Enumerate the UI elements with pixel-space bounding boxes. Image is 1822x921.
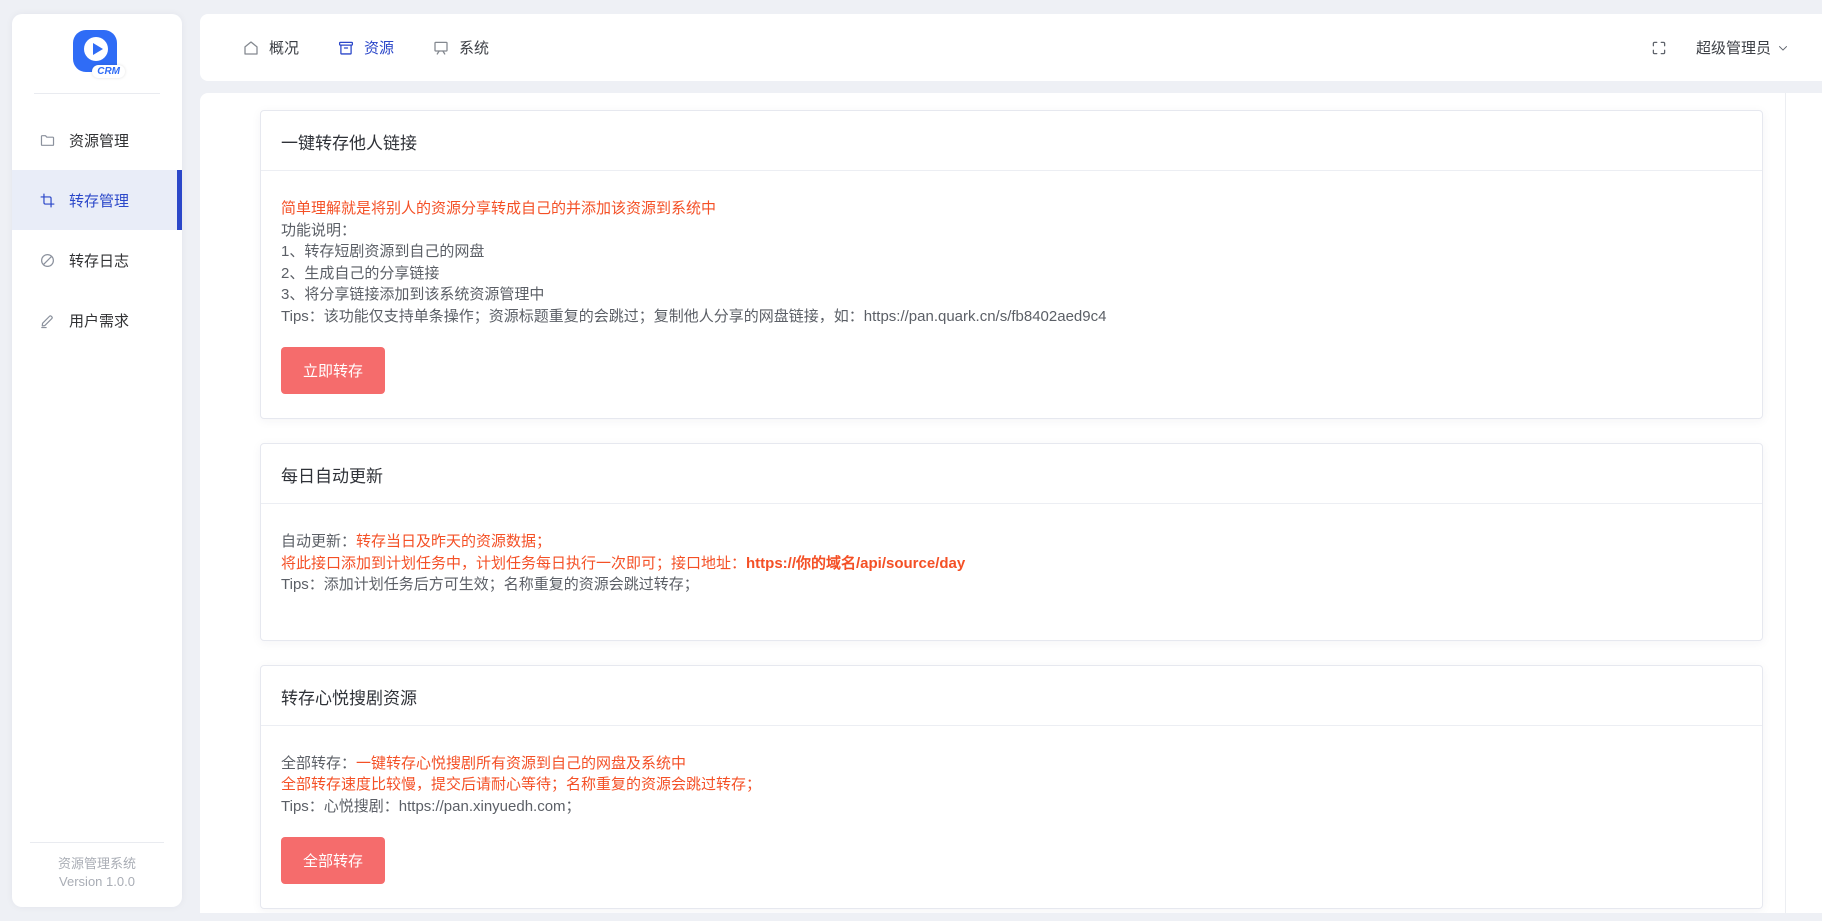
fullscreen-icon[interactable]	[1650, 39, 1668, 57]
text-segment: 自动更新：	[281, 533, 356, 550]
text-line: 功能说明：	[281, 220, 1742, 242]
text-segment: 1、转存短剧资源到自己的网盘	[281, 243, 484, 260]
scrollbar-track	[1785, 93, 1786, 913]
chevron-down-icon	[1776, 41, 1790, 55]
text-segment: 全部转存：	[281, 755, 356, 772]
text-line: 自动更新：转存当日及昨天的资源数据；	[281, 531, 1742, 553]
sidebar-item-label: 资源管理	[69, 130, 129, 151]
sidebar-item-resource-management[interactable]: 资源管理	[12, 110, 182, 170]
text-line: Tips：添加计划任务后方可生效；名称重复的资源会跳过转存；	[281, 574, 1742, 596]
folder-icon	[39, 132, 56, 149]
logo-divider	[34, 93, 160, 94]
text-line: Tips：该功能仅支持单条操作；资源标题重复的会跳过；复制他人分享的网盘链接，如…	[281, 306, 1742, 328]
system-name: 资源管理系统	[12, 855, 182, 873]
sidebar-item-user-requests[interactable]: 用户需求	[12, 290, 182, 350]
tab-system[interactable]: 系统	[432, 37, 489, 58]
monitor-icon	[432, 39, 450, 57]
text-segment: 转存当日及昨天的资源数据；	[356, 533, 551, 550]
user-name: 超级管理员	[1696, 37, 1771, 58]
text-line: 将此接口添加到计划任务中，计划任务每日执行一次即可；接口地址：https://你…	[281, 553, 1742, 575]
card-body: 全部转存：一键转存心悦搜剧所有资源到自己的网盘及系统中全部转存速度比较慢，提交后…	[261, 726, 1762, 909]
text-line: 全部转存：一键转存心悦搜剧所有资源到自己的网盘及系统中	[281, 753, 1742, 775]
text-segment: 3、将分享链接添加到该系统资源管理中	[281, 286, 544, 303]
text-line: Tips：心悦搜剧：https://pan.xinyuedh.com；	[281, 796, 1742, 818]
card-title: 转存心悦搜剧资源	[261, 666, 1762, 726]
card-xinyue-transfer: 转存心悦搜剧资源全部转存：一键转存心悦搜剧所有资源到自己的网盘及系统中全部转存速…	[260, 665, 1763, 910]
box-icon	[337, 39, 355, 57]
sidebar-item-label: 用户需求	[69, 310, 129, 331]
text-segment: 简单理解就是将别人的资源分享转成自己的并添加该资源到系统中	[281, 200, 716, 217]
tab-overview[interactable]: 概况	[242, 37, 299, 58]
sidebar: CRM 资源管理转存管理转存日志用户需求 资源管理系统 Version 1.0.…	[12, 14, 182, 907]
sidebar-item-transfer-log[interactable]: 转存日志	[12, 230, 182, 290]
text-segment: 功能说明：	[281, 222, 356, 239]
main-content: 一键转存他人链接简单理解就是将别人的资源分享转成自己的并添加该资源到系统中功能说…	[200, 93, 1822, 913]
version-label: Version 1.0.0	[12, 873, 182, 891]
tab-label: 概况	[269, 37, 299, 58]
text-line: 简单理解就是将别人的资源分享转成自己的并添加该资源到系统中	[281, 198, 1742, 220]
text-segment: Tips：心悦搜剧：https://pan.xinyuedh.com；	[281, 798, 581, 815]
sidebar-item-label: 转存管理	[69, 190, 129, 211]
sidebar-nav: 资源管理转存管理转存日志用户需求	[12, 110, 182, 350]
text-line: 3、将分享链接添加到该系统资源管理中	[281, 284, 1742, 306]
text-segment: https://你的域名/api/source/day	[746, 555, 965, 572]
text-segment: 全部转存速度比较慢，提交后请耐心等待；名称重复的资源会跳过转存；	[281, 776, 761, 793]
sidebar-item-label: 转存日志	[69, 250, 129, 271]
logo-text: CRM	[92, 65, 125, 78]
text-segment: Tips：添加计划任务后方可生效；名称重复的资源会跳过转存；	[281, 576, 699, 593]
card-daily-auto-update: 每日自动更新自动更新：转存当日及昨天的资源数据；将此接口添加到计划任务中，计划任…	[260, 443, 1763, 641]
topbar-tabs: 概况 资源 系统	[242, 37, 489, 58]
text-segment: 一键转存心悦搜剧所有资源到自己的网盘及系统中	[356, 755, 686, 772]
card-transfer-other-link: 一键转存他人链接简单理解就是将别人的资源分享转成自己的并添加该资源到系统中功能说…	[260, 110, 1763, 419]
sidebar-item-transfer-management[interactable]: 转存管理	[12, 170, 182, 230]
text-line: 全部转存速度比较慢，提交后请耐心等待；名称重复的资源会跳过转存；	[281, 774, 1742, 796]
crop-icon	[39, 192, 56, 209]
pen-icon	[39, 312, 56, 329]
user-menu[interactable]: 超级管理员	[1696, 37, 1790, 58]
text-segment: Tips：该功能仅支持单条操作；资源标题重复的会跳过；复制他人分享的网盘链接，如…	[281, 308, 1106, 325]
circle-slash-icon	[39, 252, 56, 269]
text-segment: 将此接口添加到计划任务中，计划任务每日执行一次即可；接口地址：	[281, 555, 746, 572]
tab-resources[interactable]: 资源	[337, 37, 394, 58]
home-icon	[242, 39, 260, 57]
footer-divider	[30, 842, 164, 843]
card-list: 一键转存他人链接简单理解就是将别人的资源分享转成自己的并添加该资源到系统中功能说…	[200, 93, 1822, 909]
transfer-all-button[interactable]: 全部转存	[281, 837, 385, 884]
card-title: 一键转存他人链接	[261, 111, 1762, 171]
text-segment: 2、生成自己的分享链接	[281, 265, 439, 282]
text-line: 1、转存短剧资源到自己的网盘	[281, 241, 1742, 263]
text-line: 2、生成自己的分享链接	[281, 263, 1742, 285]
card-body: 自动更新：转存当日及昨天的资源数据；将此接口添加到计划任务中，计划任务每日执行一…	[261, 504, 1762, 640]
card-title: 每日自动更新	[261, 444, 1762, 504]
topbar: 概况 资源 系统 超级管理员	[200, 14, 1822, 81]
tab-label: 资源	[364, 37, 394, 58]
app-logo: CRM	[12, 14, 182, 76]
card-body: 简单理解就是将别人的资源分享转成自己的并添加该资源到系统中功能说明： 1、转存短剧…	[261, 171, 1762, 418]
sidebar-footer: 资源管理系统 Version 1.0.0	[12, 842, 182, 907]
transfer-now-button[interactable]: 立即转存	[281, 347, 385, 394]
tab-label: 系统	[459, 37, 489, 58]
